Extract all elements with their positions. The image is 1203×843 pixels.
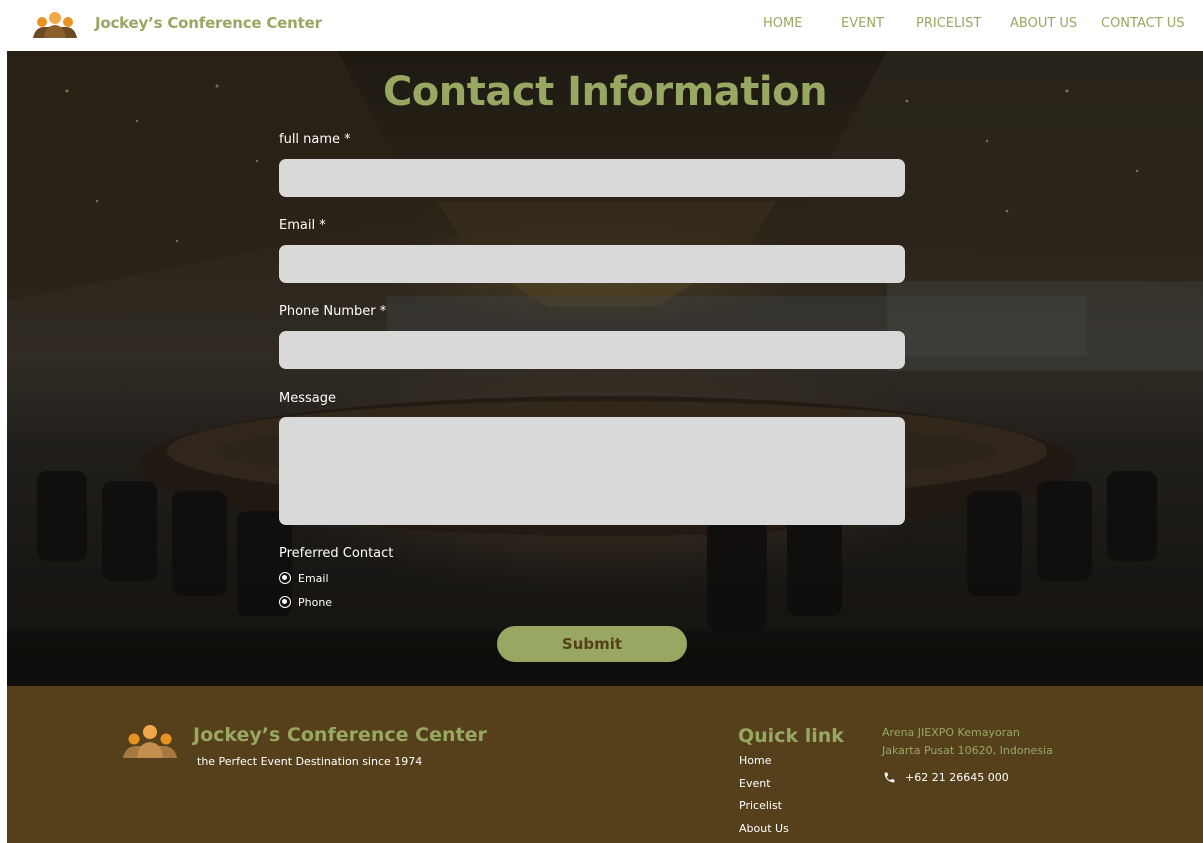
full-name-label: full name * (279, 132, 351, 147)
nav-contact-us[interactable]: CONTACT US (1101, 16, 1185, 31)
contact-hero: Contact Information full name * Email * … (7, 51, 1203, 686)
radio-phone[interactable] (279, 596, 291, 608)
footer-brand-name: Jockey’s Conference Center (193, 724, 487, 746)
footer-tagline: the Perfect Event Destination since 1974 (197, 755, 423, 768)
submit-button[interactable]: Submit (497, 626, 687, 662)
nav-home[interactable]: HOME (763, 16, 802, 31)
phone-label: Phone Number * (279, 304, 387, 319)
address-line-2: Jakarta Pusat 10620, Indonesia (882, 744, 1053, 757)
address-line-1: Arena JIEXPO Kemayoran (882, 726, 1020, 739)
site-header: Jockey’s Conference Center HOME EVENT PR… (0, 0, 1203, 51)
site-footer: Jockey’s Conference Center the Perfect E… (7, 686, 1203, 843)
footer-link-event[interactable]: Event (739, 777, 771, 790)
phone-icon (884, 772, 895, 783)
preferred-contact-label: Preferred Contact (279, 546, 394, 561)
nav-event[interactable]: EVENT (841, 16, 884, 31)
email-label: Email * (279, 218, 326, 233)
people-logo-icon (123, 725, 177, 758)
radio-email[interactable] (279, 572, 291, 584)
quick-link-title: Quick link (738, 725, 844, 747)
radio-phone-label: Phone (298, 595, 333, 609)
nav-pricelist[interactable]: PRICELIST (916, 16, 981, 31)
footer-phone-number: +62 21 26645 000 (905, 771, 1009, 784)
footer-link-pricelist[interactable]: Pricelist (739, 799, 782, 812)
footer-phone: +62 21 26645 000 (882, 771, 1009, 784)
radio-option-phone[interactable]: Phone (279, 594, 332, 610)
full-name-input[interactable] (279, 159, 905, 197)
radio-email-label: Email (298, 571, 329, 585)
footer-link-home[interactable]: Home (739, 754, 771, 767)
page-title: Contact Information (382, 69, 828, 115)
nav-about-us[interactable]: ABOUT US (1010, 16, 1077, 31)
message-label: Message (279, 391, 336, 406)
people-logo-icon[interactable] (31, 10, 79, 38)
message-textarea[interactable] (279, 417, 905, 525)
footer-link-about-us[interactable]: About Us (739, 822, 789, 835)
email-input[interactable] (279, 245, 905, 283)
phone-input[interactable] (279, 331, 905, 369)
radio-option-email[interactable]: Email (279, 570, 329, 586)
brand-name[interactable]: Jockey’s Conference Center (95, 14, 322, 32)
